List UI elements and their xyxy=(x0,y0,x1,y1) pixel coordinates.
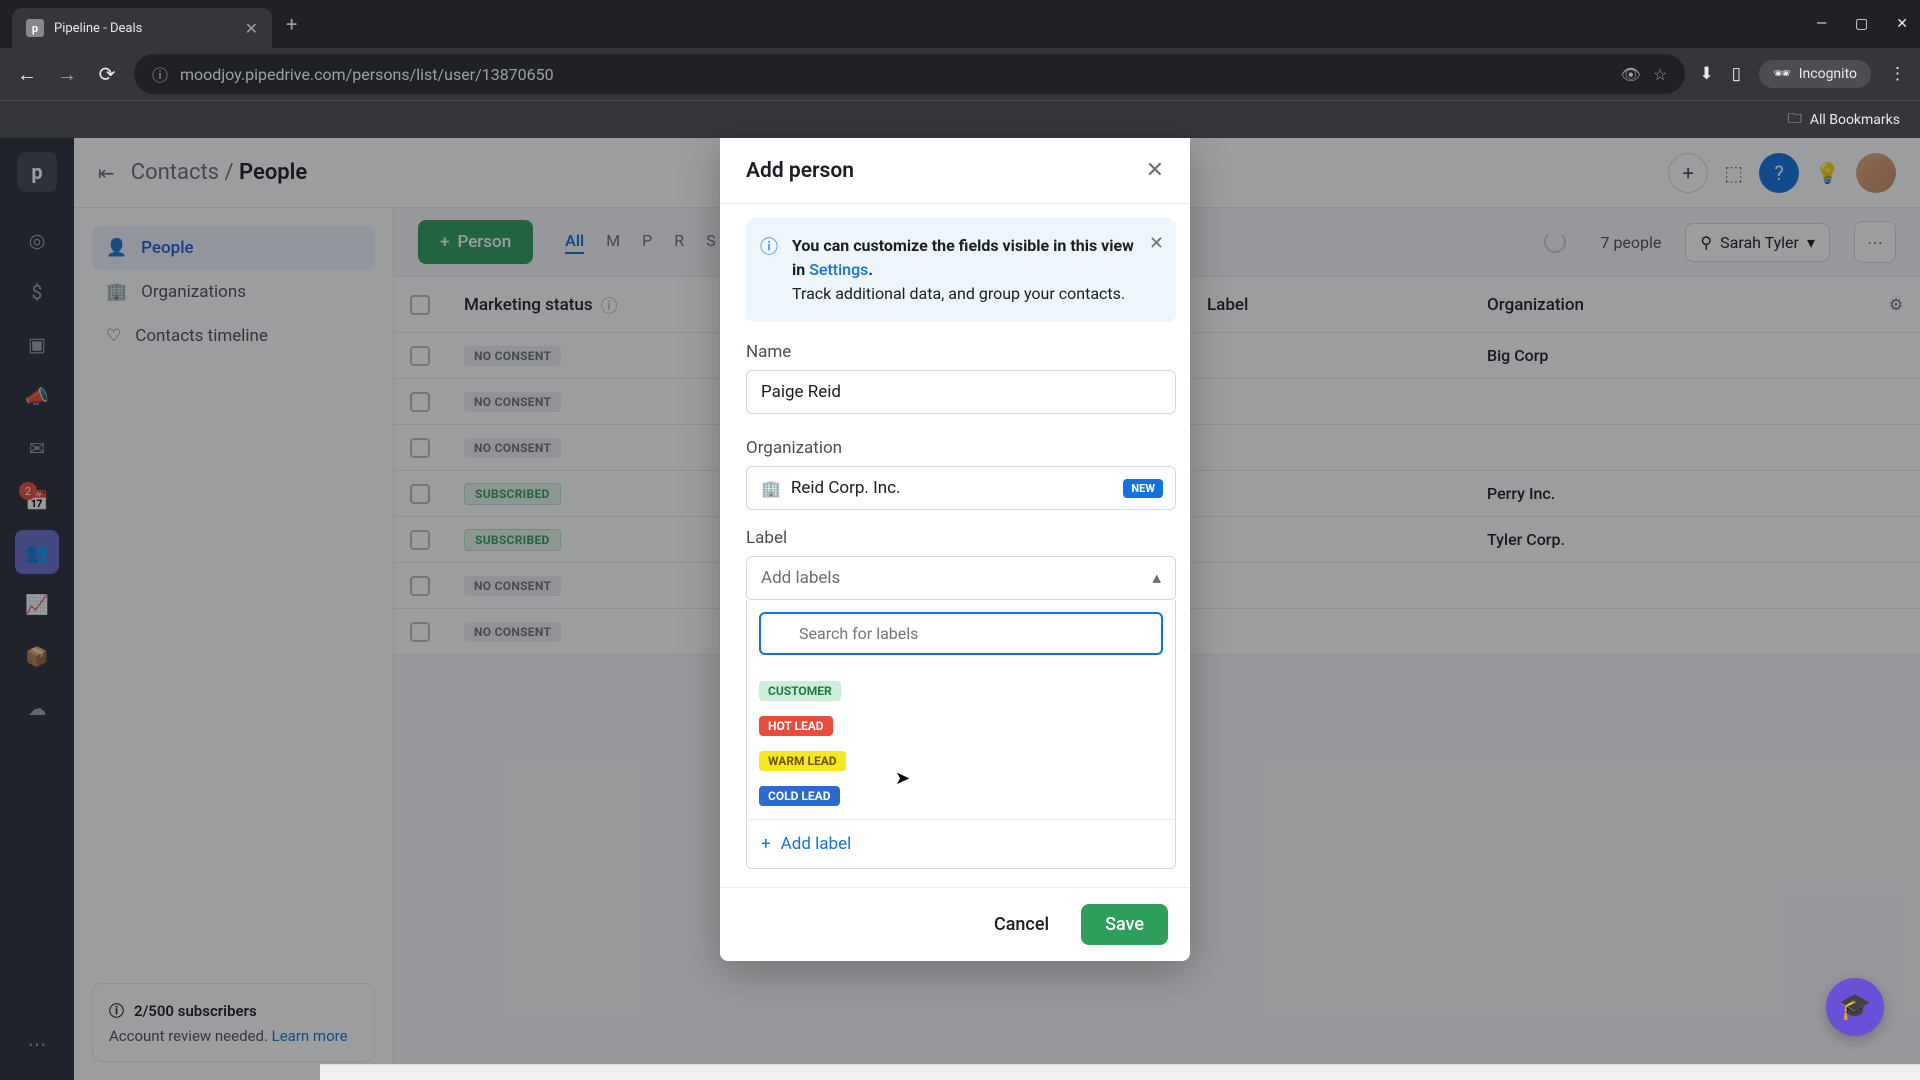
banner-close-icon[interactable]: ✕ xyxy=(1149,230,1164,257)
downloads-icon[interactable]: ⬇ xyxy=(1699,64,1713,84)
name-label: Name xyxy=(746,342,1176,362)
label-search-input[interactable] xyxy=(759,612,1163,655)
modal-footer: Cancel Save xyxy=(720,887,1190,961)
new-tab-button[interactable]: + xyxy=(286,12,297,36)
label-options-list: CUSTOMER HOT LEAD WARM LEAD COLD LEAD xyxy=(747,667,1175,819)
settings-link[interactable]: Settings xyxy=(809,260,868,279)
all-bookmarks-button[interactable]: All Bookmarks xyxy=(1810,112,1900,128)
building-icon: 🏢 xyxy=(761,479,781,498)
label-option-customer[interactable]: CUSTOMER xyxy=(759,673,1163,708)
modal-header: Add person ✕ xyxy=(720,138,1190,204)
tab-title: Pipeline - Deals xyxy=(54,21,235,36)
minimize-icon[interactable]: — xyxy=(1816,16,1827,32)
cancel-button[interactable]: Cancel xyxy=(976,904,1067,945)
modal-body: ⓘ ✕ You can customize the fields visible… xyxy=(720,204,1190,887)
eye-off-icon[interactable]: 👁 xyxy=(1621,65,1641,84)
page-content: p ◎ $ ▣ 📣 ✉ 📅2 👥 📈 📦 ☁ ⋯ ⇤ Contacts / Pe… xyxy=(0,138,1920,1080)
name-input[interactable] xyxy=(746,370,1176,414)
modal-title: Add person xyxy=(746,159,854,183)
tab-close-icon[interactable]: ✕ xyxy=(245,19,258,38)
label-select[interactable]: Add labels ▴ xyxy=(746,556,1176,600)
label-dropdown: 🔍 CUSTOMER HOT LEAD WARM LEAD COLD LEAD … xyxy=(746,600,1176,869)
folder-icon: 🗀 xyxy=(1788,108,1802,132)
label-option-warm[interactable]: WARM LEAD xyxy=(759,743,1163,778)
close-window-icon[interactable]: ✕ xyxy=(1896,16,1908,32)
incognito-badge[interactable]: 🕶 Incognito xyxy=(1759,60,1871,88)
reload-button[interactable]: ⟳ xyxy=(94,62,120,86)
maximize-icon[interactable]: ▢ xyxy=(1855,16,1868,32)
academy-fab[interactable]: 🎓 xyxy=(1826,978,1884,1036)
back-button[interactable]: ← xyxy=(14,62,40,87)
label-option-hot[interactable]: HOT LEAD xyxy=(759,708,1163,743)
organization-input[interactable]: 🏢 Reid Corp. Inc. NEW xyxy=(746,466,1176,510)
close-icon[interactable]: ✕ xyxy=(1146,158,1164,183)
browser-toolbar: ← → ⟳ ⓘ moodjoy.pipedrive.com/persons/li… xyxy=(0,48,1920,100)
info-icon: ⓘ xyxy=(760,234,778,261)
caret-up-icon: ▴ xyxy=(1152,568,1161,588)
site-info-icon[interactable]: ⓘ xyxy=(152,62,168,86)
label-option-cold[interactable]: COLD LEAD xyxy=(759,778,1163,813)
plus-icon: + xyxy=(761,834,771,854)
info-banner: ⓘ ✕ You can customize the fields visible… xyxy=(746,218,1176,322)
tab-favicon: p xyxy=(26,19,44,37)
window-controls: — ▢ ✕ xyxy=(1816,16,1908,32)
browser-menu-icon[interactable]: ⋮ xyxy=(1889,64,1906,84)
new-badge: NEW xyxy=(1123,479,1163,498)
add-label-button[interactable]: +Add label xyxy=(747,819,1175,868)
label-field-label: Label xyxy=(746,528,1176,548)
forward-button[interactable]: → xyxy=(54,62,80,87)
bookmark-star-icon[interactable]: ☆ xyxy=(1653,65,1667,84)
browser-titlebar: p Pipeline - Deals ✕ + — ▢ ✕ xyxy=(0,0,1920,48)
organization-label: Organization xyxy=(746,438,1176,458)
bookmarks-bar: 🗀 All Bookmarks xyxy=(0,100,1920,138)
url-bar[interactable]: ⓘ moodjoy.pipedrive.com/persons/list/use… xyxy=(134,54,1685,94)
reader-icon[interactable]: ▯ xyxy=(1732,64,1741,84)
add-person-modal: Add person ✕ ⓘ ✕ You can customize the f… xyxy=(720,138,1190,961)
url-text: moodjoy.pipedrive.com/persons/list/user/… xyxy=(180,65,1609,84)
horizontal-scrollbar[interactable] xyxy=(320,1064,1920,1080)
browser-tab[interactable]: p Pipeline - Deals ✕ xyxy=(12,8,272,48)
incognito-icon: 🕶 xyxy=(1773,66,1791,82)
save-button[interactable]: Save xyxy=(1081,904,1168,945)
